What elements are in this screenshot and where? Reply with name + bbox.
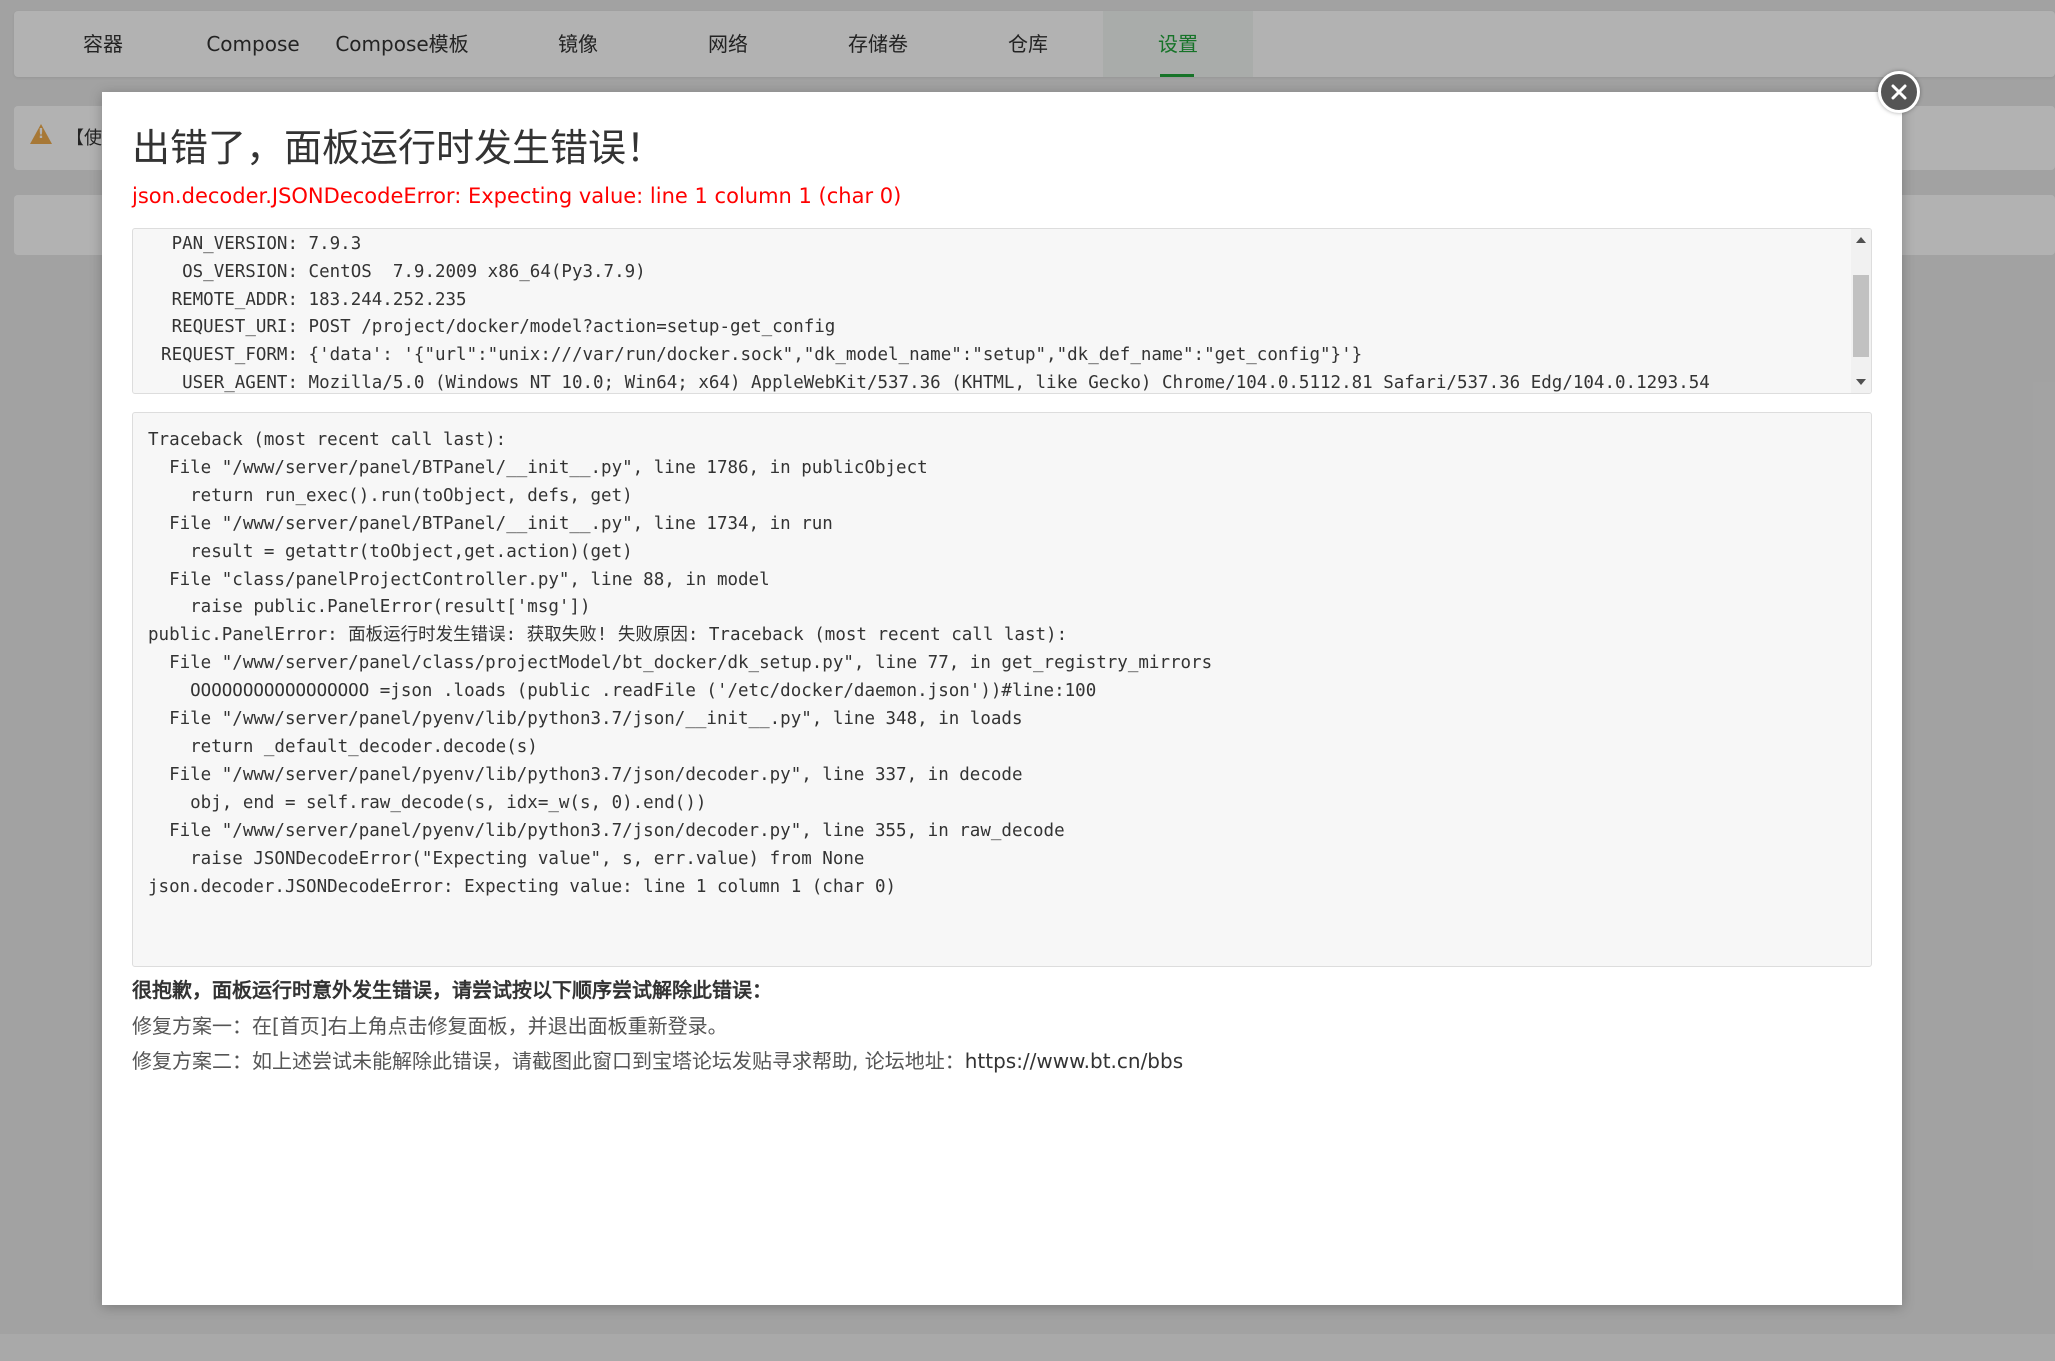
env-key: PAN_VERSION: [171, 234, 298, 254]
env-key: USER_AGENT: [182, 372, 298, 393]
env-row: REMOTE_ADDR: 183.244.252.235 [148, 287, 1849, 315]
environment-info-list: PAN_VERSION: 7.9.3 OS_VERSION: CentOS 7.9… [148, 229, 1849, 393]
env-value: Mozilla/5.0 (Windows NT 10.0; Win64; x64… [308, 372, 1710, 393]
env-row: REQUEST_URI: POST /project/docker/model?… [148, 314, 1849, 342]
help-heading: 很抱歉，面板运行时意外发生错误，请尝试按以下顺序尝试解除此错误： [132, 978, 772, 1002]
error-title: 出错了，面板运行时发生错误！ [132, 126, 665, 170]
error-message: json.decoder.JSONDecodeError: Expecting … [132, 184, 902, 208]
error-dialog: 出错了，面板运行时发生错误！ json.decoder.JSONDecodeEr… [102, 92, 1902, 1305]
env-row: PAN_VERSION: 7.9.3 [148, 231, 1849, 259]
traceback-box[interactable]: Traceback (most recent call last): File … [132, 412, 1872, 967]
env-key: REQUEST_URI: [171, 317, 298, 338]
close-icon [1891, 84, 1907, 100]
environment-info-box[interactable]: PAN_VERSION: 7.9.3 OS_VERSION: CentOS 7.9… [132, 228, 1872, 394]
traceback-text: Traceback (most recent call last): File … [148, 430, 1213, 897]
env-value: CentOS 7.9.2009 x86_64(Py3.7.9) [308, 261, 646, 282]
env-key: REQUEST_FORM: [161, 345, 298, 366]
fix-option-two: 修复方案二：如上述尝试未能解除此错误，请截图此窗口到宝塔论坛发贴寻求帮助, 论坛… [132, 1045, 1183, 1074]
env-key: OS_VERSION: [182, 261, 298, 282]
env-value: POST /project/docker/model?action=setup-… [308, 317, 836, 338]
env-row: OS_VERSION: CentOS 7.9.2009 x86_64(Py3.7… [148, 259, 1849, 287]
scroll-up-arrow-icon[interactable] [1856, 237, 1866, 243]
forum-link[interactable]: https://www.bt.cn/bbs [965, 1049, 1183, 1073]
fix-option-one: 修复方案一：在[首页]右上角点击修复面板，并退出面板重新登录。 [132, 1014, 728, 1038]
env-value: {'data': '{"url":"unix:///var/run/docker… [308, 345, 1363, 366]
scrollbar-thumb[interactable] [1853, 275, 1869, 357]
env-value: 7.9.3 [308, 234, 362, 254]
env-value: 183.244.252.235 [308, 289, 467, 310]
close-button[interactable] [1878, 71, 1920, 113]
env-row: REQUEST_FORM: {'data': '{"url":"unix:///… [148, 342, 1849, 370]
env-key: REMOTE_ADDR: [171, 289, 298, 310]
scrollbar[interactable] [1851, 229, 1871, 393]
env-row: USER_AGENT: Mozilla/5.0 (Windows NT 10.0… [148, 370, 1849, 393]
fix-option-two-text: 修复方案二：如上述尝试未能解除此错误，请截图此窗口到宝塔论坛发贴寻求帮助, 论坛… [132, 1049, 965, 1073]
scroll-down-arrow-icon[interactable] [1856, 379, 1866, 385]
